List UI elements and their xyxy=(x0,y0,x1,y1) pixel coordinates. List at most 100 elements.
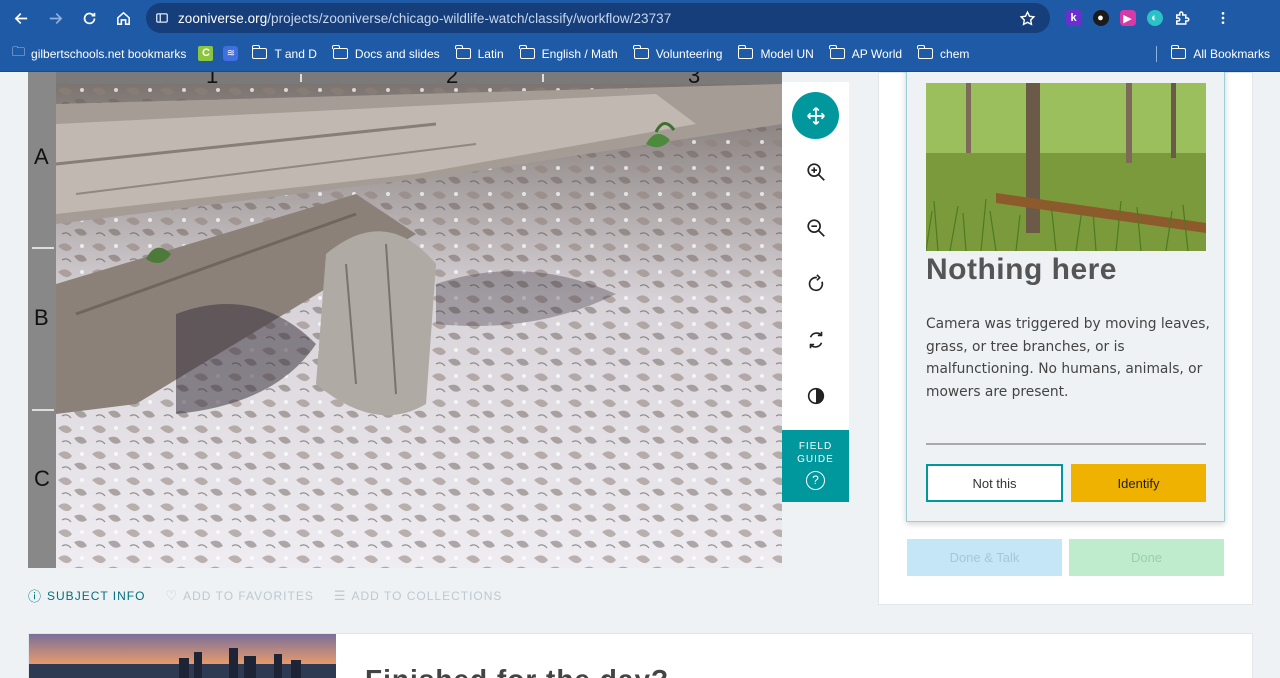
rotate-button[interactable] xyxy=(792,260,839,307)
bookmark-latin[interactable]: Latin xyxy=(448,40,512,68)
bookmark-label: Latin xyxy=(477,46,504,61)
grid-tick xyxy=(32,247,54,249)
browser-menu-icon[interactable] xyxy=(1209,0,1236,36)
bookmark-ap-world[interactable]: AP World xyxy=(822,40,910,68)
zoom-in-button[interactable] xyxy=(792,148,839,195)
reload-button[interactable] xyxy=(72,0,106,36)
folder-icon xyxy=(251,45,268,59)
extensions-puzzle-icon[interactable] xyxy=(1168,0,1195,36)
grid-row-label: A xyxy=(34,144,49,169)
bookmark-t-and-d[interactable]: T and D xyxy=(244,40,324,68)
folder-icon xyxy=(1170,45,1187,59)
extension-cat-icon[interactable]: ● xyxy=(1087,0,1114,36)
grid-row-label: C xyxy=(34,466,50,491)
bookmark-star-icon[interactable] xyxy=(1019,10,1036,32)
address-bar[interactable]: zooniverse.org/projects/zooniverse/chica… xyxy=(146,3,1050,33)
bookmark-folder-icon: 🗀 xyxy=(12,43,26,59)
bookmark-model-un[interactable]: Model UN xyxy=(730,40,821,68)
move-icon xyxy=(806,106,825,125)
classify-page: A B C 1 2 3 FIELD GUIDE ? ⓘ SUBJECT INFO… xyxy=(0,72,1280,678)
help-circle-icon: ? xyxy=(806,471,825,490)
bookmark-label: Model UN xyxy=(760,46,814,61)
bookmark-label: AP World xyxy=(851,46,903,61)
choice-title: Nothing here xyxy=(926,253,1117,286)
heart-icon: ♡ xyxy=(165,587,179,603)
bookmark-docs-and-slides[interactable]: Docs and slides xyxy=(325,40,448,68)
done-and-talk-button[interactable]: Done & Talk xyxy=(907,539,1062,576)
extension-record-icon[interactable]: ▶ xyxy=(1114,0,1141,36)
bookmark-volunteering[interactable]: Volunteering xyxy=(626,40,731,68)
field-guide-button[interactable]: FIELD GUIDE ? xyxy=(782,430,849,502)
choice-description: Camera was triggered by moving leaves, g… xyxy=(926,316,1210,400)
zoom-out-button[interactable] xyxy=(792,204,839,251)
browser-toolbar: zooniverse.org/projects/zooniverse/chica… xyxy=(0,0,1280,36)
extension-k-icon[interactable]: k xyxy=(1060,0,1087,36)
bookmark-label: chem xyxy=(940,46,970,61)
back-arrow-icon xyxy=(14,12,27,24)
folder-icon xyxy=(455,45,471,59)
zoom-in-icon xyxy=(806,162,825,181)
grid-tick xyxy=(542,74,544,82)
field-guide-label: FIELD xyxy=(798,441,833,452)
zoom-out-icon xyxy=(806,218,825,237)
back-button[interactable] xyxy=(4,0,38,36)
reload-icon xyxy=(83,12,95,24)
subject-viewer[interactable]: A B C 1 2 3 xyxy=(28,72,782,568)
home-icon xyxy=(116,11,130,25)
blue-app-icon: ≋ xyxy=(223,46,239,61)
finished-for-day-card: Finished for the day? xyxy=(28,633,1253,678)
favorites-label: ADD TO FAVORITES xyxy=(183,588,314,603)
add-to-collections-button[interactable]: ☰ ADD TO COLLECTIONS xyxy=(334,588,503,604)
forward-button[interactable] xyxy=(38,0,72,36)
bookmarks-bar: 🗀 gilbertschools.net bookmarks C ≋ T and… xyxy=(0,36,1280,72)
list-icon: ☰ xyxy=(333,587,347,603)
bookmark-label: gilbertschools.net bookmarks xyxy=(31,46,187,61)
bookmarks-divider xyxy=(1156,45,1158,62)
bookmark-gilbertschools[interactable]: 🗀 gilbertschools.net bookmarks xyxy=(0,40,194,68)
bookmark-label: English / Math xyxy=(541,46,618,61)
bookmark-chem[interactable]: chem xyxy=(910,40,977,68)
contrast-icon xyxy=(807,387,824,404)
not-this-button[interactable]: Not this xyxy=(926,464,1063,502)
folder-icon xyxy=(633,45,649,59)
reset-image-button[interactable] xyxy=(792,316,839,363)
finished-heading: Finished for the day? xyxy=(365,664,669,678)
done-button[interactable]: Done xyxy=(1069,539,1224,576)
folder-icon xyxy=(332,45,348,59)
grid-tick xyxy=(32,409,54,411)
all-bookmarks-label: All Bookmarks xyxy=(1193,46,1270,61)
folder-icon xyxy=(737,45,754,59)
grid-tick xyxy=(300,74,302,82)
grid-row-label: B xyxy=(34,305,49,330)
home-button[interactable] xyxy=(106,0,140,36)
add-to-favorites-button[interactable]: ♡ ADD TO FAVORITES xyxy=(165,588,313,604)
bookmark-blue-app[interactable]: ≋ xyxy=(217,40,244,68)
subject-meta-links: ⓘ SUBJECT INFO ♡ ADD TO FAVORITES ☰ ADD … xyxy=(28,586,522,605)
identify-button[interactable]: Identify xyxy=(1071,464,1206,502)
folder-icon xyxy=(917,45,934,59)
bookmark-label: Docs and slides xyxy=(354,46,440,61)
grid-col-labels: 1 2 3 xyxy=(56,72,782,88)
collections-label: ADD TO COLLECTIONS xyxy=(351,588,503,603)
all-bookmarks-button[interactable]: All Bookmarks xyxy=(1163,40,1280,68)
forward-arrow-icon xyxy=(49,12,62,24)
extension-circle-icon[interactable]: ◐ xyxy=(1141,0,1168,36)
info-icon: ⓘ xyxy=(28,589,43,604)
invert-colors-button[interactable] xyxy=(792,372,839,419)
bookmark-c-app[interactable]: C xyxy=(194,40,217,68)
url-text: zooniverse.org/projects/zooniverse/chica… xyxy=(178,10,672,26)
choice-example-image xyxy=(926,83,1206,251)
bookmark-english-math[interactable]: English / Math xyxy=(512,40,626,68)
chicago-skyline-image xyxy=(29,634,336,678)
site-info-icon[interactable] xyxy=(146,11,178,25)
rotate-icon xyxy=(808,273,823,291)
move-tool-button[interactable] xyxy=(792,92,839,139)
grid-row-labels: A B C xyxy=(28,72,56,568)
c-app-icon: C xyxy=(198,46,214,61)
subject-info-button[interactable]: ⓘ SUBJECT INFO xyxy=(28,586,145,605)
choice-detail-card: Nothing here Camera was triggered by mov… xyxy=(906,72,1225,522)
subject-info-label: SUBJECT INFO xyxy=(47,588,146,603)
bookmark-label: T and D xyxy=(274,46,317,61)
field-guide-label: GUIDE xyxy=(797,454,834,465)
bookmark-label: Volunteering xyxy=(655,46,723,61)
